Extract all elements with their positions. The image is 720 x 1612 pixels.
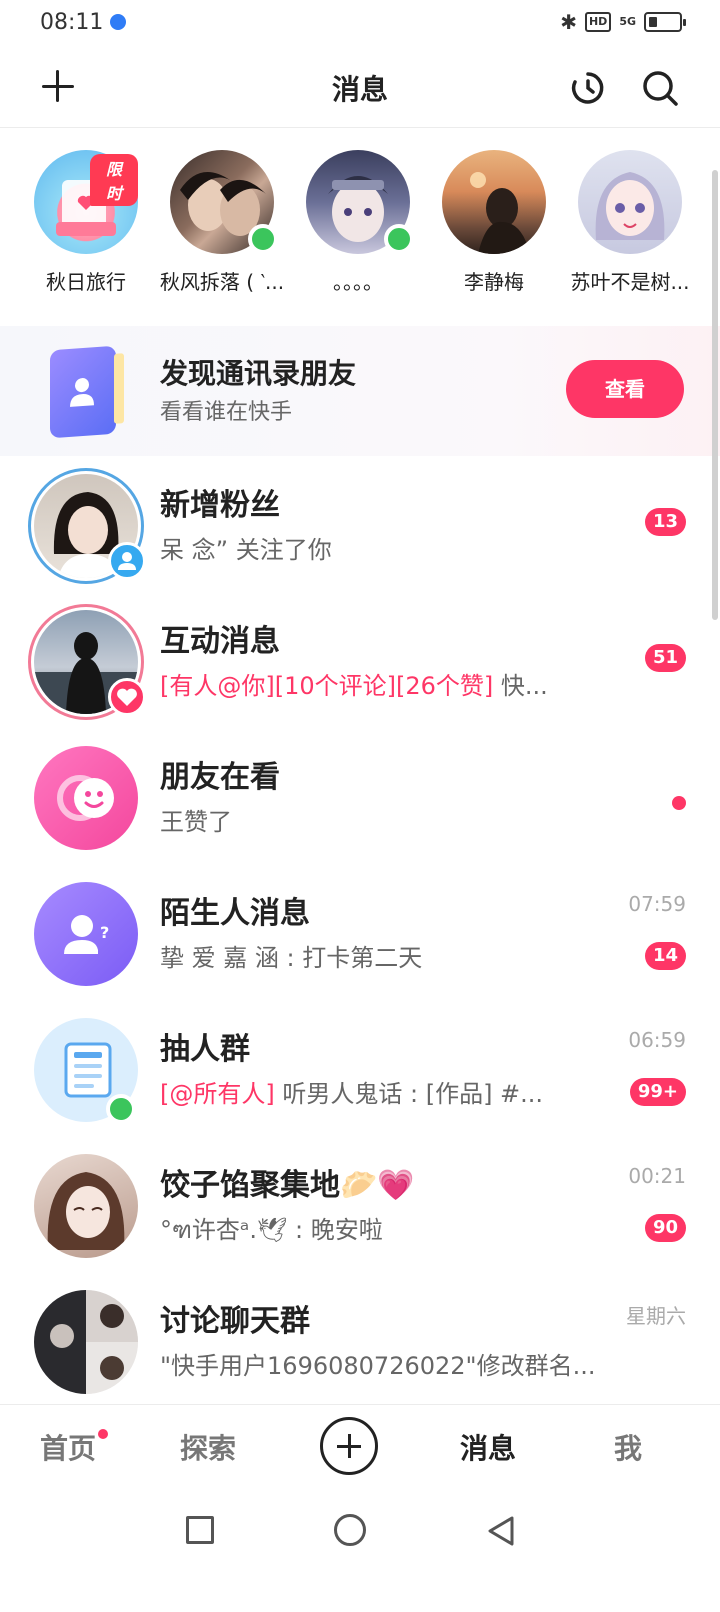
nav-messages[interactable]: 消息	[460, 1427, 516, 1467]
online-indicator	[106, 1094, 136, 1124]
bottom-nav: 首页 探索 消息 我	[0, 1404, 720, 1490]
unread-badge: 99+	[629, 1078, 686, 1106]
list-item-new-followers[interactable]: 新增粉丝 呆 念” 关注了你 13	[0, 458, 720, 594]
row-subtitle: °ฑ许杏ᵃ.🕊 : 晚安啦	[160, 1216, 383, 1244]
create-button[interactable]	[320, 1417, 378, 1475]
list-item-group-chouren[interactable]: 抽人群 [@所有人] 听男人鬼话 : [作品] #... 06:59 99+	[0, 1002, 720, 1138]
message-list: 新增粉丝 呆 念” 关注了你 13 互动消息 [有人@你][10个评论][26个…	[0, 458, 720, 1410]
list-item-interactions[interactable]: 互动消息 [有人@你][10个评论][26个赞] 快... 51	[0, 594, 720, 730]
find-contacts-banner[interactable]: 发现通讯录朋友 看看谁在快手 查看	[0, 326, 720, 456]
row-title: 陌生人消息	[160, 896, 310, 931]
view-button[interactable]: 查看	[566, 360, 684, 418]
list-item-group-discussion[interactable]: 讨论聊天群 "快手用户1696080726022"修改群名... 星期六	[0, 1274, 720, 1410]
hd-icon: HD	[584, 12, 612, 32]
status-icons: ✱ HD 5G	[560, 10, 686, 34]
nav-explore[interactable]: 探索	[180, 1427, 236, 1467]
limited-badge: 限时	[90, 154, 138, 206]
recents-icon[interactable]	[186, 1516, 214, 1544]
row-subtitle: "快手用户1696080726022"修改群名...	[160, 1352, 596, 1380]
back-icon[interactable]	[484, 1514, 518, 1548]
avatar	[34, 1154, 138, 1258]
row-title: 互动消息	[160, 624, 280, 659]
story-item[interactable]: 限时 秋日旅行	[34, 150, 138, 320]
follower-icon	[108, 542, 146, 580]
search-icon[interactable]	[640, 68, 680, 108]
list-item-stranger-messages[interactable]: ? 陌生人消息 挚 爱 嘉 涵 : 打卡第二天 07:59 14	[0, 866, 720, 1002]
story-item[interactable]: 秋风拆落 ( ‵...	[160, 150, 284, 320]
story-name: 秋风拆落 ( ‵...	[159, 270, 285, 294]
row-title: 讨论聊天群	[160, 1304, 310, 1339]
row-subtitle-text: 听男人鬼话 : [作品] #...	[274, 1080, 544, 1108]
unread-badge: 14	[644, 942, 686, 970]
group-avatar	[34, 1290, 138, 1394]
row-subtitle: [有人@你][10个评论][26个赞] 快...	[160, 666, 548, 701]
row-subtitle: 挚 爱 嘉 涵 : 打卡第二天	[160, 944, 423, 972]
story-name: 。。。。	[333, 270, 383, 294]
unread-dot	[672, 796, 686, 810]
row-time: 星期六	[626, 1304, 686, 1328]
row-title: 饺子馅聚集地🥟💗	[160, 1168, 415, 1203]
row-title: 抽人群	[160, 1032, 250, 1067]
unread-badge: 13	[644, 508, 686, 536]
battery-icon	[644, 12, 686, 32]
list-item-friends-watching[interactable]: 朋友在看 王赞了	[0, 730, 720, 866]
row-subtitle-text: 快...	[493, 672, 548, 700]
row-subtitle: [@所有人] 听男人鬼话 : [作品] #...	[160, 1074, 543, 1109]
story-item[interactable]: 李静梅	[442, 150, 546, 320]
banner-title: 发现通讯录朋友	[160, 357, 357, 390]
unread-badge: 90	[644, 1214, 686, 1242]
header: 消息	[0, 48, 720, 128]
avatar	[442, 150, 546, 254]
row-time: 00:21	[628, 1164, 686, 1188]
story-item[interactable]: 苏叶不是树...	[570, 150, 690, 320]
row-time: 07:59	[628, 892, 686, 916]
list-item-group-jiaozi[interactable]: 饺子馅聚集地🥟💗 °ฑ许杏ᵃ.🕊 : 晚安啦 00:21 90	[0, 1138, 720, 1274]
row-title: 朋友在看	[160, 760, 280, 795]
stranger-icon: ?	[34, 882, 138, 986]
globe-icon	[110, 14, 126, 30]
online-indicator	[248, 224, 278, 254]
history-icon[interactable]	[568, 68, 608, 108]
nav-me[interactable]: 我	[614, 1427, 642, 1467]
story-item[interactable]: 。。。。	[306, 150, 414, 320]
banner-subtitle: 看看谁在快手	[160, 400, 293, 425]
heart-icon	[108, 678, 146, 716]
unread-badge: 51	[644, 644, 686, 672]
story-name: 苏叶不是树...	[570, 270, 690, 294]
system-nav-bar	[0, 1490, 720, 1612]
row-title: 新增粉丝	[160, 488, 280, 523]
row-highlight: [@所有人]	[160, 1080, 275, 1108]
friends-watching-icon	[34, 746, 138, 850]
signal-icon: 5G	[619, 15, 636, 28]
home-unread-dot	[98, 1429, 108, 1439]
svg-text:?: ?	[100, 923, 109, 942]
avatar	[578, 150, 682, 254]
row-highlight: [有人@你][10个评论][26个赞]	[160, 672, 494, 700]
contacts-book-icon	[50, 345, 124, 439]
home-icon[interactable]	[334, 1514, 366, 1546]
online-indicator	[384, 224, 414, 254]
bluetooth-icon: ✱	[560, 10, 577, 34]
row-time: 06:59	[628, 1028, 686, 1052]
row-subtitle: 王赞了	[160, 808, 232, 836]
status-time: 08:11	[40, 10, 104, 35]
page-title: 消息	[331, 73, 388, 106]
row-subtitle: 呆 念” 关注了你	[160, 536, 332, 564]
status-bar: 08:11 ✱ HD 5G	[0, 0, 720, 48]
story-name: 李静梅	[464, 270, 524, 294]
stories-row: 限时 秋日旅行 秋风拆落 ( ‵... 。。。。 李静梅 苏叶不是树...	[0, 150, 720, 320]
nav-home[interactable]: 首页	[40, 1427, 96, 1467]
scrollbar[interactable]	[712, 170, 718, 620]
story-name: 秋日旅行	[46, 270, 126, 294]
